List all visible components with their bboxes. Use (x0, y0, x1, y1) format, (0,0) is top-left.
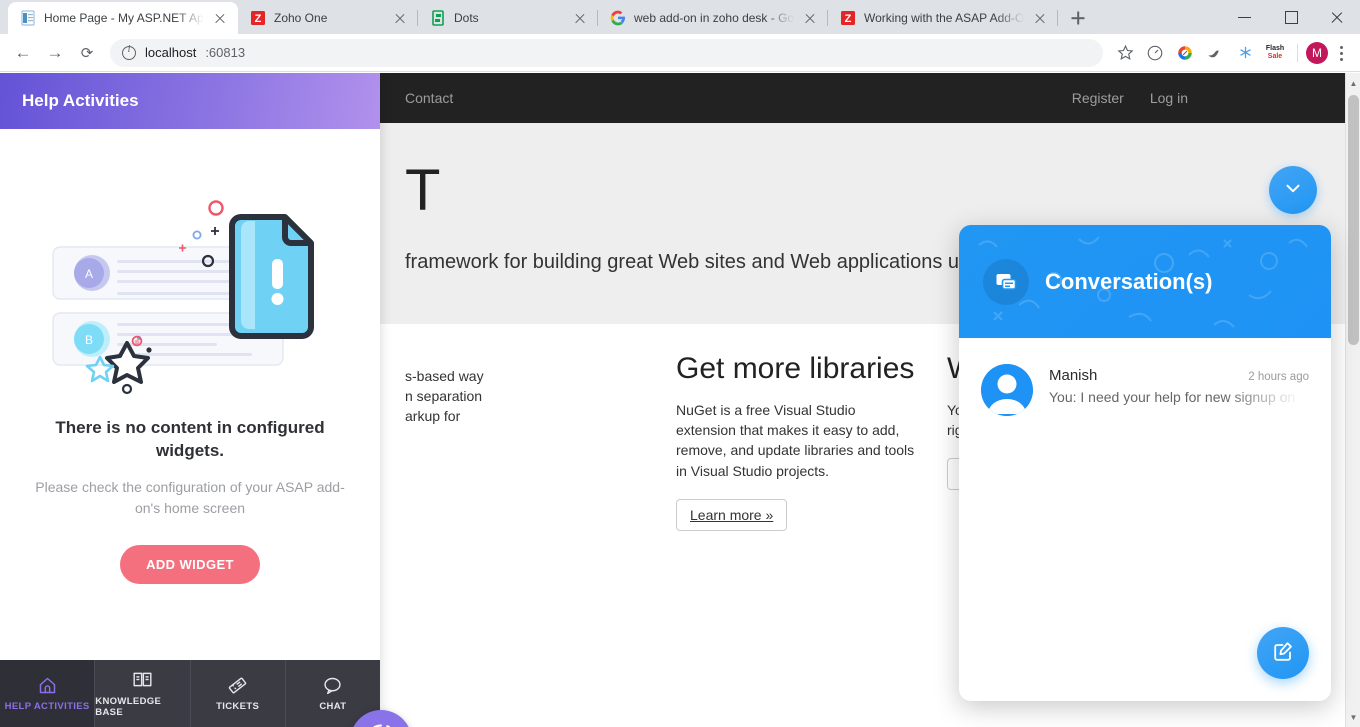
asap-header: Help Activities (0, 73, 380, 129)
flash-sale-icon[interactable]: Flash Sale (1261, 39, 1289, 67)
page-icon (20, 10, 36, 26)
browser-tab-title: Home Page - My ASP.NET Application (44, 11, 204, 25)
scroll-up-icon[interactable]: ▲ (1346, 75, 1360, 91)
home-icon (37, 675, 58, 695)
tab-close-icon[interactable] (572, 10, 588, 26)
collapse-chat-button[interactable] (1269, 166, 1317, 214)
nav-link-login[interactable]: Log in (1150, 90, 1188, 106)
conversation-header: Conversation(s) (959, 225, 1331, 338)
browser-window: Home Page - My ASP.NET Application Z Zoh… (0, 0, 1360, 727)
conversation-list: Manish 2 hours ago You: I need your help… (959, 338, 1331, 426)
book-icon (132, 670, 153, 690)
svg-text:Z: Z (845, 13, 852, 25)
browser-tab-strip: Home Page - My ASP.NET Application Z Zoh… (0, 0, 1360, 34)
browser-tab-title: Working with the ASAP Add-On (864, 11, 1024, 25)
chat-bubbles-icon (983, 258, 1029, 305)
toolbar-divider (1297, 43, 1298, 62)
minimize-icon[interactable] (1222, 0, 1268, 34)
bookmark-star-icon[interactable] (1111, 39, 1139, 67)
no-content-illustration: A B (45, 195, 335, 395)
dots-icon (430, 10, 446, 26)
tab-close-icon[interactable] (802, 10, 818, 26)
feature-column-1: Get more libraries NuGet is a free Visua… (676, 351, 917, 532)
browser-toolbar: ← → ⟳ localhost :60813 (0, 34, 1360, 72)
svg-text:Z: Z (255, 13, 262, 25)
contact-name: Manish (1049, 367, 1098, 384)
window-controls (1222, 0, 1360, 34)
dark-bird-icon[interactable] (1201, 39, 1229, 67)
google-icon (610, 10, 626, 26)
asap-bottom-nav: HELP ACTIVITIES KNOWLEDGE BASE TICKETS C… (0, 660, 380, 727)
browser-tab-0[interactable]: Home Page - My ASP.NET Application (8, 2, 238, 34)
site-info-icon[interactable] (122, 44, 136, 60)
maximize-icon[interactable] (1268, 0, 1314, 34)
feature-body: NuGet is a free Visual Studio extension … (676, 401, 915, 479)
sidebar-item-help-activities[interactable]: HELP ACTIVITIES (0, 660, 96, 727)
asap-sidebar: Help Activities A B There is no content … (0, 73, 380, 727)
sidebar-item-tickets[interactable]: TICKETS (191, 660, 286, 727)
profile-avatar[interactable]: M (1306, 41, 1328, 64)
sidebar-item-label: CHAT (319, 701, 347, 712)
sidebar-item-knowledge-base[interactable]: KNOWLEDGE BASE (95, 660, 191, 727)
browser-tab-4[interactable]: Z Working with the ASAP Add-On (828, 2, 1058, 34)
sidebar-item-label: TICKETS (216, 701, 260, 712)
close-circle-icon (362, 720, 400, 727)
tab-close-icon[interactable] (212, 10, 228, 26)
empty-state-title: There is no content in configured widget… (55, 418, 325, 460)
browser-tab-title: Dots (454, 11, 479, 25)
browser-tab-2[interactable]: Dots (418, 2, 598, 34)
page-viewport: Contact Register Log in T framework for … (0, 73, 1360, 727)
avatar (981, 364, 1033, 416)
jumbotron-title: T (405, 158, 440, 223)
ticket-icon (227, 675, 248, 695)
browser-tab-title: Zoho One (274, 11, 328, 25)
new-tab-button[interactable] (1064, 4, 1092, 32)
conversation-title: Conversation(s) (1045, 268, 1213, 294)
message-preview: You: I need your help for new signup on … (1049, 389, 1307, 405)
forward-arrow-icon[interactable]: → (40, 38, 70, 68)
color-wheel-icon[interactable] (1171, 39, 1199, 67)
feature-body: s-based way n separation arkup for (405, 367, 484, 425)
add-widget-button[interactable]: ADD WIDGET (120, 544, 260, 584)
reload-icon[interactable]: ⟳ (72, 38, 102, 68)
browser-tab-title: web add-on in zoho desk - Google Search (634, 11, 794, 25)
scrollbar-thumb[interactable] (1348, 95, 1359, 345)
feature-heading: Get more libraries (676, 351, 915, 385)
zoho-icon: Z (840, 10, 856, 26)
tab-close-icon[interactable] (392, 10, 408, 26)
conversation-panel: Conversation(s) Manish 2 hours ago You: … (959, 225, 1331, 701)
close-icon[interactable] (1314, 0, 1360, 34)
nav-link-contact[interactable]: Contact (405, 90, 453, 106)
learn-more-button[interactable]: Learn more » (676, 499, 788, 532)
asap-header-title: Help Activities (22, 91, 139, 110)
sidebar-item-label: KNOWLEDGE BASE (95, 695, 162, 718)
empty-state-subtitle: Please check the configuration of your A… (35, 478, 345, 516)
list-item-content: Manish 2 hours ago You: I need your help… (1049, 364, 1309, 405)
speedometer-icon[interactable] (1141, 39, 1169, 67)
chat-bubble-icon (322, 675, 343, 695)
scroll-down-icon[interactable]: ▼ (1346, 709, 1360, 725)
back-arrow-icon[interactable]: ← (8, 38, 38, 68)
asap-empty-state: A B There is no content in configured wi… (0, 129, 380, 660)
zoho-icon: Z (250, 10, 266, 26)
illustration-avatar-b: B (85, 333, 93, 347)
list-item[interactable]: Manish 2 hours ago You: I need your help… (959, 354, 1331, 426)
chevron-down-icon (1282, 177, 1304, 204)
timestamp: 2 hours ago (1248, 371, 1309, 383)
url-host: localhost (145, 45, 197, 60)
blue-asterisk-icon[interactable] (1231, 39, 1259, 67)
feature-column-0: s-based way n separation arkup for (405, 352, 646, 531)
compose-button[interactable] (1257, 627, 1309, 679)
tab-close-icon[interactable] (1032, 10, 1048, 26)
illustration-avatar-a: A (85, 267, 93, 281)
nav-link-register[interactable]: Register (1072, 90, 1124, 106)
url-port: :60813 (205, 45, 246, 60)
browser-tab-3[interactable]: web add-on in zoho desk - Google Search (598, 2, 828, 34)
sidebar-item-label: HELP ACTIVITIES (4, 701, 90, 712)
browser-tab-1[interactable]: Z Zoho One (238, 2, 418, 34)
page-scrollbar[interactable]: ▲ ▼ (1345, 73, 1360, 727)
compose-icon (1271, 639, 1295, 668)
kebab-menu-icon[interactable] (1330, 39, 1352, 67)
address-bar[interactable]: localhost :60813 (110, 38, 1103, 67)
